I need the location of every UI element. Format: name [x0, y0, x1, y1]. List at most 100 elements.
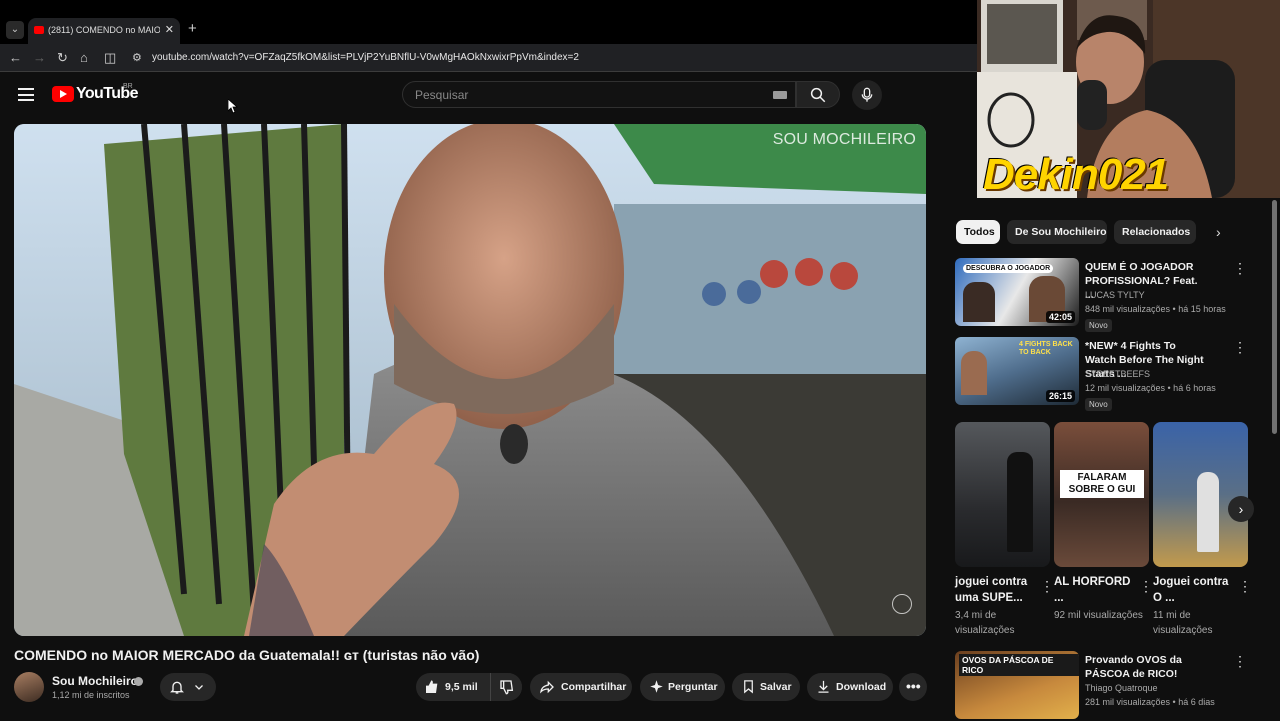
video-title: COMENDO no MAIOR MERCADO da Guatemala!! … [14, 647, 480, 663]
video-meta: 848 mil visualizações • há 15 horas [1085, 304, 1226, 314]
video-meta: 12 mil visualizações • há 6 horas [1085, 383, 1216, 393]
list-item[interactable]: 4 FIGHTS BACK TO BACK 26:15 *NEW* 4 Figh… [955, 337, 1247, 411]
short-thumbnail[interactable] [955, 422, 1050, 567]
youtube-logo-icon[interactable] [52, 86, 74, 102]
thumbnail-caption: FALARAM SOBRE O GUI [1060, 470, 1144, 498]
short-title[interactable]: AL HORFORD ... [1054, 574, 1132, 606]
list-item[interactable]: OVOS DA PÁSCOA DE RICO Provando OVOS da … [955, 651, 1247, 721]
search-icon [810, 87, 826, 103]
thumbnail-person [1197, 472, 1219, 552]
subscriber-count: 1,12 mi de inscritos [52, 690, 130, 700]
list-item[interactable]: DESCUBRA O JOGADOR 42:05 QUEM É O JOGADO… [955, 258, 1247, 332]
subtitles-language-icon[interactable] [892, 594, 912, 614]
new-badge: Novo [1085, 319, 1112, 332]
more-actions-button[interactable]: ••• [899, 673, 927, 701]
streamer-name-overlay: Dekin021 [983, 150, 1169, 199]
browser-tab-bar: ⌄ (2811) COMENDO no MAIOR M... ✕ + [0, 0, 980, 44]
more-vertical-icon[interactable]: ⋮ [1233, 653, 1247, 670]
save-label: Salvar [760, 681, 792, 693]
thumbnail-caption: OVOS DA PÁSCOA DE RICO [959, 654, 1079, 676]
download-button[interactable]: Download [807, 673, 893, 701]
chip-all[interactable]: Todos [956, 220, 1000, 244]
download-label: Download [836, 681, 887, 693]
sparkle-icon [650, 680, 663, 693]
thumbs-up-icon [426, 680, 438, 693]
forward-arrow-icon[interactable]: → [33, 50, 46, 65]
channel-name[interactable]: STREETBEEFS [1085, 369, 1150, 379]
share-icon [540, 680, 554, 694]
more-vertical-icon[interactable]: ⋮ [1040, 578, 1054, 595]
more-vertical-icon[interactable]: ⋮ [1139, 578, 1153, 595]
more-horizontal-icon: ••• [906, 678, 921, 694]
video-meta: 281 mil visualizações • há 6 dias [1085, 697, 1215, 707]
thumbnail-person [963, 282, 995, 322]
more-vertical-icon[interactable]: ⋮ [1233, 260, 1247, 277]
tab-list-button[interactable]: ⌄ [6, 21, 24, 39]
thumbnail-person [1007, 452, 1033, 552]
save-button[interactable]: Salvar [732, 673, 800, 701]
verified-icon [134, 677, 143, 686]
back-arrow-icon[interactable]: ← [9, 50, 22, 65]
bell-icon [170, 681, 184, 694]
voice-search-button[interactable] [852, 80, 882, 110]
thumbnail-caption: 4 FIGHTS BACK TO BACK [1019, 341, 1073, 356]
video-title[interactable]: Provando OVOS da PÁSCOA de RICO! [1085, 653, 1205, 681]
sidebar-toggle-icon[interactable]: ◫ [104, 50, 116, 66]
short-title[interactable]: Joguei contra O ... [1153, 574, 1231, 606]
channel-name[interactable]: Sou Mochileiro [52, 674, 138, 688]
channel-name[interactable]: Thiago Quatroque [1085, 683, 1158, 693]
new-badge: Novo [1085, 398, 1112, 411]
new-tab-button[interactable]: + [188, 20, 197, 37]
channel-watermark: SOU MOCHILEIRO [772, 131, 916, 148]
more-vertical-icon[interactable]: ⋮ [1238, 578, 1252, 595]
short-views: 3,4 mi de visualizações [955, 610, 1015, 636]
short-views: 11 mi de visualizações [1153, 610, 1213, 636]
bookmark-icon [744, 680, 753, 694]
ask-button[interactable]: Perguntar [640, 673, 725, 701]
video-thumbnail[interactable]: OVOS DA PÁSCOA DE RICO [955, 651, 1079, 719]
thumbnail-person [961, 351, 987, 395]
shorts-next-arrow-icon[interactable]: › [1228, 496, 1254, 522]
chevron-right-icon[interactable]: › [1216, 224, 1221, 240]
chevron-down-icon [195, 685, 203, 690]
url-text[interactable]: youtube.com/watch?v=OFZaqZ5fkOM&list=PLV… [152, 52, 579, 63]
chip-related[interactable]: Relacionados [1114, 220, 1196, 244]
home-icon[interactable]: ⌂ [80, 50, 88, 65]
like-count: 9,5 mil [445, 681, 478, 693]
reload-icon[interactable]: ↻ [57, 50, 68, 66]
short-thumbnail[interactable]: FALARAM SOBRE O GUI [1054, 422, 1149, 567]
active-tab[interactable]: (2811) COMENDO no MAIOR M... ✕ [28, 18, 180, 44]
chip-from-channel[interactable]: De Sou Mochileiro [1007, 220, 1107, 244]
notification-bell-button[interactable] [160, 673, 216, 701]
share-button[interactable]: Compartilhar [530, 673, 632, 701]
more-vertical-icon[interactable]: ⋮ [1233, 339, 1247, 356]
search-button[interactable] [796, 81, 840, 108]
video-thumbnail[interactable]: DESCUBRA O JOGADOR 42:05 [955, 258, 1079, 326]
duration-badge: 42:05 [1045, 311, 1075, 323]
dislike-button[interactable] [490, 673, 522, 701]
tab-close-icon[interactable]: ✕ [165, 23, 174, 36]
short-title[interactable]: joguei contra uma SUPE... [955, 574, 1033, 606]
mouse-cursor-icon [228, 99, 238, 114]
scrollbar[interactable] [1272, 200, 1277, 434]
video-thumbnail[interactable]: 4 FIGHTS BACK TO BACK 26:15 [955, 337, 1079, 405]
keyboard-icon[interactable] [773, 91, 787, 99]
thumbnail-caption: DESCUBRA O JOGADOR [963, 264, 1054, 273]
site-info-icon[interactable]: ⚙ [132, 51, 142, 64]
search-input[interactable]: Pesquisar [402, 81, 796, 108]
ask-label: Perguntar [668, 681, 718, 693]
duration-badge: 26:15 [1045, 390, 1075, 402]
address-bar: ← → ↻ ⌂ ◫ ⚙ youtube.com/watch?v=OFZaqZ5f… [0, 44, 980, 72]
video-frame [14, 124, 926, 636]
menu-icon[interactable] [18, 88, 34, 101]
share-label: Compartilhar [561, 681, 627, 693]
short-thumbnail[interactable] [1153, 422, 1248, 567]
channel-avatar[interactable] [14, 672, 44, 702]
search-placeholder: Pesquisar [415, 88, 469, 102]
channel-name[interactable]: LUCAS TYLTY [1085, 290, 1145, 300]
download-icon [818, 680, 829, 693]
youtube-favicon-icon [34, 26, 44, 34]
tab-title: (2811) COMENDO no MAIOR M... [48, 25, 160, 35]
country-code: BR [123, 83, 133, 90]
video-player[interactable]: SOU MOCHILEIRO [14, 124, 926, 636]
